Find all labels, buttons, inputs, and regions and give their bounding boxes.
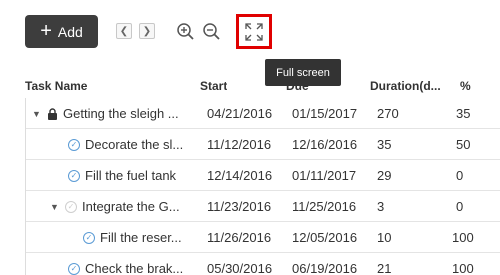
start-cell: 04/21/2016 — [207, 106, 273, 121]
duration-cell: 270 — [377, 106, 399, 121]
duration-cell: 10 — [377, 230, 392, 245]
table-row[interactable]: ▼ Getting the sleigh ... 04/21/2016 01/1… — [26, 98, 500, 129]
task-status-check-icon: ✓ — [68, 169, 80, 182]
task-status-check-icon: ✓ — [68, 262, 80, 275]
due-cell: 12/16/2016 — [292, 137, 358, 152]
expand-triangle-icon[interactable]: ▼ — [50, 202, 60, 212]
task-name: Fill the reser... — [100, 230, 182, 245]
percent-cell: 35 — [456, 106, 471, 121]
table-row[interactable]: ✓ Fill the reser... 11/26/2016 12/05/201… — [26, 222, 500, 253]
due-cell: 01/15/2017 — [292, 106, 358, 121]
add-button-label: Add — [57, 23, 83, 40]
percent-cell: 0 — [456, 199, 464, 214]
start-cell: 11/23/2016 — [207, 199, 272, 214]
task-name: Integrate the G... — [82, 199, 180, 214]
task-name-cell: ✓ Fill the reser... — [83, 230, 208, 245]
zoom-in-icon[interactable] — [174, 20, 198, 44]
percent-cell: 100 — [452, 261, 474, 275]
due-cell: 01/11/2017 — [292, 168, 357, 183]
percent-cell: 0 — [456, 168, 464, 183]
next-button[interactable]: ❯ — [139, 23, 155, 39]
percent-cell: 50 — [456, 137, 471, 152]
expand-triangle-icon[interactable]: ▼ — [32, 109, 42, 119]
task-status-check-icon: ✓ — [65, 200, 77, 213]
duration-cell: 29 — [377, 168, 392, 183]
start-cell: 12/14/2016 — [207, 168, 273, 183]
column-header-start[interactable]: Start — [200, 79, 227, 93]
duration-cell: 35 — [377, 137, 392, 152]
task-status-check-icon: ✓ — [68, 138, 80, 151]
zoom-out-icon[interactable] — [200, 20, 224, 44]
plus-icon: + — [40, 19, 52, 42]
due-cell: 11/25/2016 — [292, 199, 357, 214]
task-name: Decorate the sl... — [85, 137, 184, 152]
fullscreen-tooltip: Full screen — [265, 59, 341, 86]
add-button[interactable]: + Add — [25, 15, 98, 48]
table-row[interactable]: ✓ Fill the fuel tank 12/14/2016 01/11/20… — [26, 160, 500, 191]
task-name: Fill the fuel tank — [85, 168, 177, 183]
fullscreen-button[interactable] — [236, 14, 272, 49]
due-cell: 12/05/2016 — [292, 230, 358, 245]
prev-button[interactable]: ❮ — [116, 23, 132, 39]
task-name: Check the brak... — [85, 261, 184, 275]
table-row[interactable]: ✓ Decorate the sl... 11/12/2016 12/16/20… — [26, 129, 500, 160]
start-cell: 11/12/2016 — [207, 137, 272, 152]
percent-cell: 100 — [452, 230, 474, 245]
chevron-left-icon: ❮ — [119, 25, 129, 37]
column-header-percent[interactable]: % — [460, 79, 471, 93]
lock-icon — [48, 107, 57, 120]
start-cell: 11/26/2016 — [207, 230, 272, 245]
start-cell: 05/30/2016 — [207, 261, 273, 275]
fullscreen-icon — [245, 22, 263, 41]
task-status-check-icon: ✓ — [83, 231, 95, 244]
due-cell: 06/19/2016 — [292, 261, 358, 275]
grid-header: Task Name Start Due Duration(d... % — [0, 74, 500, 98]
chevron-right-icon: ❯ — [142, 25, 152, 37]
duration-cell: 3 — [377, 199, 385, 214]
task-name-cell: ▼ Getting the sleigh ... — [32, 106, 212, 121]
duration-cell: 21 — [377, 261, 392, 275]
task-name-cell: ▼ ✓ Integrate the G... — [50, 199, 230, 214]
table-row[interactable]: ✓ Check the brak... 05/30/2016 06/19/201… — [26, 253, 500, 275]
toolbar: + Add ❮ ❯ — [0, 0, 500, 66]
task-name: Getting the sleigh ... — [63, 106, 179, 121]
column-header-task-name[interactable]: Task Name — [25, 79, 87, 93]
column-header-duration[interactable]: Duration(d... — [370, 79, 448, 93]
task-grid: ▼ Getting the sleigh ... 04/21/2016 01/1… — [25, 98, 500, 275]
table-row[interactable]: ▼ ✓ Integrate the G... 11/23/2016 11/25/… — [26, 191, 500, 222]
